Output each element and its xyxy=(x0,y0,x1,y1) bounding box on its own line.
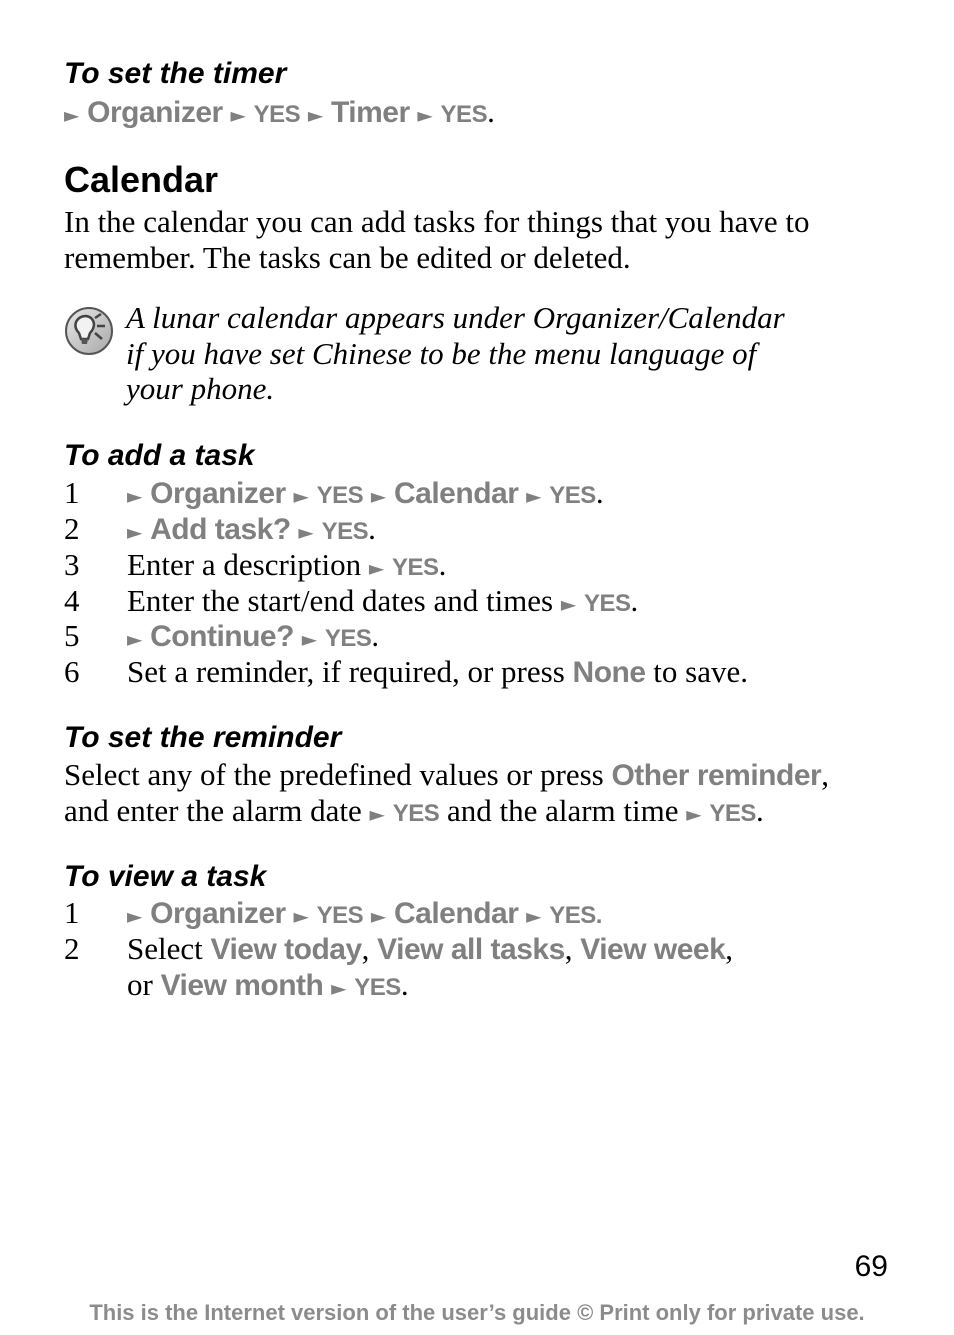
tip-line-1: A lunar calendar appears under Organizer… xyxy=(126,300,785,335)
arrow-right-icon: ► xyxy=(64,103,80,127)
yes-key: YES xyxy=(549,482,596,509)
menu-continue: Continue? xyxy=(150,620,294,653)
step-number: 4 xyxy=(64,583,80,618)
add-task-step-5: 5 ► Continue? ► YES. xyxy=(64,618,379,657)
arrow-right-icon: ► xyxy=(331,976,347,1000)
period: . xyxy=(368,511,376,546)
menu-add-task: Add task? xyxy=(150,513,291,546)
view-task-step-2: 2 Select View today, View all tasks, View… xyxy=(64,931,734,966)
yes-key: YES xyxy=(316,902,364,929)
menu-timer: Timer xyxy=(331,96,410,129)
arrow-right-icon: ► xyxy=(417,103,433,127)
step-number: 2 xyxy=(64,931,80,966)
add-task-step-3: 3 Enter a description ► YES. xyxy=(64,547,446,586)
arrow-right-icon: ► xyxy=(127,484,143,508)
calendar-intro-line-2: remember. The tasks can be edited or del… xyxy=(64,240,631,275)
option-view-month: View month xyxy=(160,969,324,1002)
step-text: Select xyxy=(127,931,203,966)
step-text: Enter the start/end dates and times xyxy=(127,583,554,618)
menu-organizer: Organizer xyxy=(87,96,223,129)
option-view-today: View today xyxy=(210,933,363,966)
tip-line-3: your phone. xyxy=(126,371,275,406)
lightbulb-tip-icon xyxy=(64,306,114,356)
step-number: 1 xyxy=(64,475,80,510)
period: . xyxy=(487,94,495,129)
arrow-right-icon: ► xyxy=(298,520,314,544)
yes-key: YES xyxy=(354,974,401,1001)
period: . xyxy=(438,547,447,582)
step-number: 2 xyxy=(64,511,80,546)
add-task-heading: To add a task xyxy=(64,439,255,472)
arrow-right-icon: ► xyxy=(526,904,542,928)
key-other-reminder: Other reminder xyxy=(611,759,822,792)
period: . xyxy=(755,793,764,828)
view-task-step-2-cont: or View month ► YES. xyxy=(127,967,409,1006)
reminder-text: and enter the alarm date xyxy=(64,793,362,828)
arrow-right-icon: ► xyxy=(686,802,702,826)
yes-key: YES xyxy=(584,590,631,617)
add-task-step-4: 4 Enter the start/end dates and times ► Y… xyxy=(64,583,638,622)
arrow-right-icon: ► xyxy=(293,484,309,508)
reminder-text: and the alarm time xyxy=(446,793,679,828)
arrow-right-icon: ► xyxy=(369,802,385,826)
calendar-title: Calendar xyxy=(64,159,219,200)
arrow-right-icon: ► xyxy=(526,484,542,508)
step-number: 3 xyxy=(64,547,80,582)
reminder-line-1: Select any of the predefined values or p… xyxy=(64,757,829,794)
arrow-right-icon: ► xyxy=(127,627,143,651)
option-view-all-tasks: View all tasks xyxy=(377,933,565,966)
step-text: Set a reminder, if required, or press xyxy=(127,654,565,689)
menu-organizer: Organizer xyxy=(150,477,286,510)
menu-organizer: Organizer xyxy=(150,897,286,930)
timer-path: ► Organizer ► YES ► Timer ► YES. xyxy=(64,94,495,133)
yes-key: YES xyxy=(324,625,372,652)
reminder-text: Select any of the predefined values or p… xyxy=(64,757,604,792)
footer-notice: This is the Internet version of the user… xyxy=(89,1300,865,1325)
calendar-intro-line-1: In the calendar you can add tasks for th… xyxy=(64,204,810,239)
yes-key: YES. xyxy=(549,902,602,929)
page-number: 69 xyxy=(854,1250,888,1283)
view-task-heading: To view a task xyxy=(64,860,267,893)
period: . xyxy=(371,618,380,653)
step-text: Enter a description xyxy=(127,547,362,582)
arrow-right-icon: ► xyxy=(370,484,387,508)
reminder-heading: To set the reminder xyxy=(64,721,342,754)
add-task-step-1: 1 ► Organizer ► YES ► Calendar ► YES. xyxy=(64,475,604,514)
menu-calendar: Calendar xyxy=(394,897,519,930)
tip-line-2: if you have set Chinese to be the menu l… xyxy=(126,336,757,371)
yes-key: YES xyxy=(321,518,369,545)
arrow-right-icon: ► xyxy=(368,556,385,580)
menu-calendar: Calendar xyxy=(394,477,519,510)
comma: , xyxy=(821,757,829,792)
step-number: 1 xyxy=(64,895,80,930)
option-view-week: View week xyxy=(580,933,726,966)
add-task-step-6: 6 Set a reminder, if required, or press N… xyxy=(64,654,748,691)
yes-key: YES xyxy=(316,482,364,509)
reminder-line-2: and enter the alarm date ► YES and the a… xyxy=(64,793,764,832)
yes-key: YES xyxy=(392,800,440,827)
arrow-right-icon: ► xyxy=(293,904,309,928)
yes-key: YES xyxy=(392,554,439,581)
arrow-right-icon: ► xyxy=(370,904,387,928)
timer-heading: To set the timer xyxy=(64,57,287,90)
step-text: or xyxy=(127,967,153,1002)
step-number: 5 xyxy=(64,618,80,653)
period: . xyxy=(400,967,409,1002)
step-number: 6 xyxy=(64,654,80,689)
arrow-right-icon: ► xyxy=(230,103,246,127)
arrow-right-icon: ► xyxy=(127,520,143,544)
arrow-right-icon: ► xyxy=(127,904,143,928)
yes-key: YES xyxy=(440,101,488,128)
period: . xyxy=(595,475,604,510)
key-none: None xyxy=(572,656,647,689)
view-task-step-1: 1 ► Organizer ► YES ► Calendar ► YES. xyxy=(64,895,602,934)
step-text: to save. xyxy=(653,654,748,689)
period: . xyxy=(630,583,639,618)
add-task-step-2: 2 ► Add task? ► YES. xyxy=(64,511,376,550)
arrow-right-icon: ► xyxy=(301,627,318,651)
yes-key: YES xyxy=(709,800,756,827)
arrow-right-icon: ► xyxy=(307,103,324,127)
yes-key: YES xyxy=(253,101,301,128)
arrow-right-icon: ► xyxy=(560,592,577,616)
